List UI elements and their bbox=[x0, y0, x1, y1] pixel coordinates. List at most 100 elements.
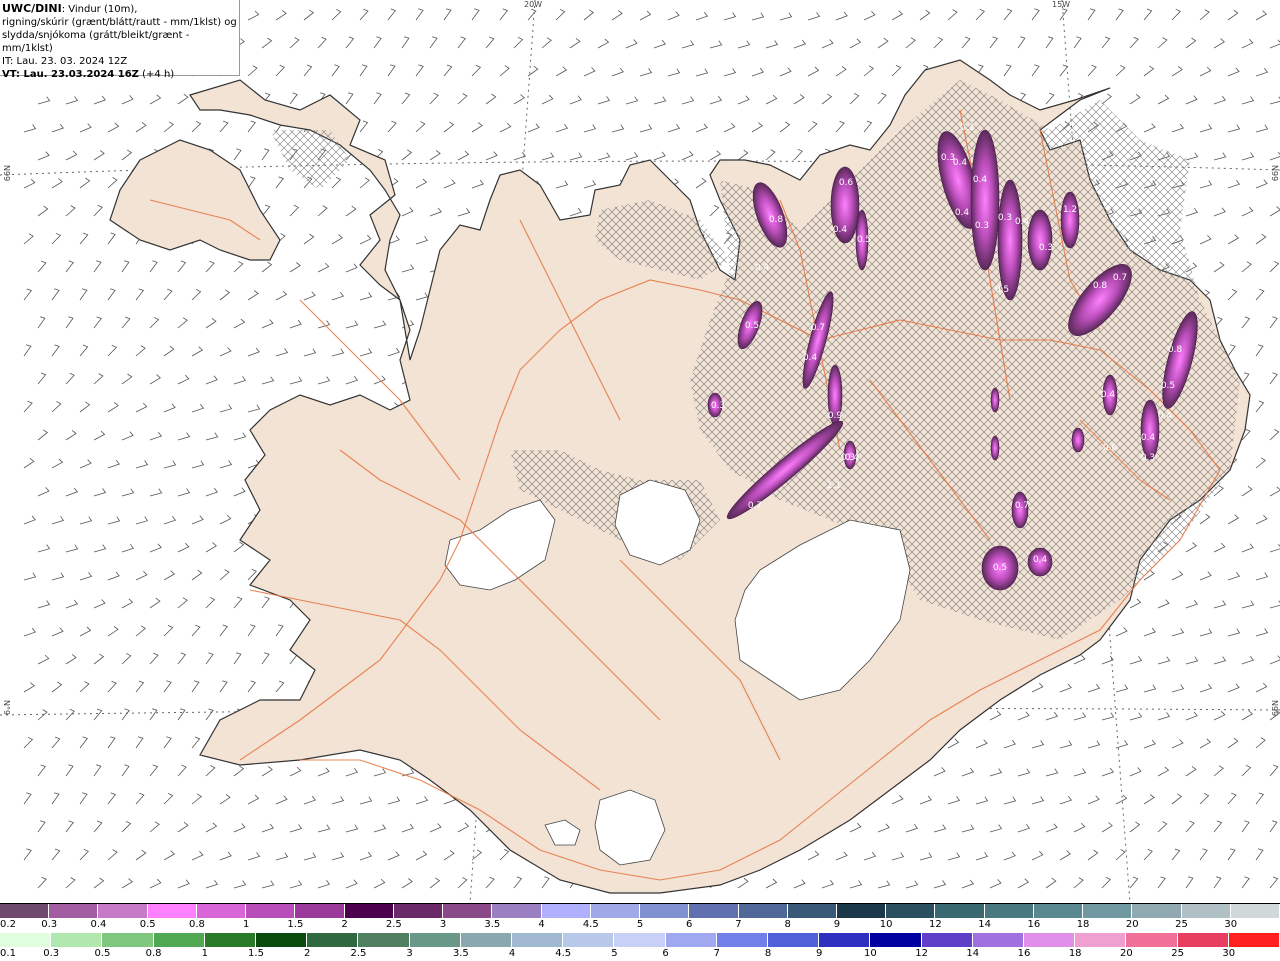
precip-value-label: 0.7 bbox=[811, 323, 825, 333]
precip-value-label: 0.4 bbox=[1101, 390, 1116, 400]
legend-label: 1.5 bbox=[287, 919, 304, 930]
legend-label: 8 bbox=[784, 919, 791, 930]
valid-offset: (+4 h) bbox=[138, 69, 175, 80]
precip-value-label: 0.7 bbox=[748, 501, 762, 511]
precip-value-label: 0.3 bbox=[960, 123, 974, 133]
init-time: IT: Lau. 23. 03. 2024 12Z bbox=[2, 56, 128, 67]
legend-label: 5 bbox=[636, 919, 644, 930]
legend-label: 0.1 bbox=[0, 948, 16, 959]
precip-value-label: 0.3 bbox=[1141, 453, 1155, 463]
legend-label: 9 bbox=[833, 919, 841, 930]
legend-label: 2.5 bbox=[385, 919, 402, 930]
legend-label: 20 bbox=[1125, 919, 1139, 930]
legend-label: 0.8 bbox=[145, 948, 162, 959]
precip-value-label: 0.3 bbox=[975, 221, 989, 231]
legend-swatch bbox=[51, 933, 103, 947]
legend-swatch bbox=[768, 933, 820, 947]
snow-legend-bar bbox=[0, 904, 1280, 918]
info-line3: slydda/snjókoma (grátt/bleikt/grænt - mm… bbox=[2, 30, 190, 54]
precip-value-label: 0.7 bbox=[1113, 273, 1127, 283]
lat-label-right-bottom: N99 bbox=[1270, 700, 1279, 717]
legend-swatch bbox=[935, 904, 985, 918]
legend-swatch bbox=[246, 904, 296, 918]
legend-label: 25 bbox=[1171, 948, 1184, 959]
precip-cell bbox=[970, 129, 1000, 271]
precip-value-label: 0.4 bbox=[955, 208, 970, 218]
legend-label: 0.4 bbox=[90, 919, 107, 930]
precip-value-label: 0.8 bbox=[1093, 281, 1108, 291]
precip-value-label: 0.4 bbox=[973, 175, 988, 185]
legend-label: 7 bbox=[713, 948, 720, 959]
map-canvas: 0.3 0.5 0.4 0.8 0.4 0.7 0.9 0.6 0.4 0.5 0.4 0.7 1.1 0… bbox=[0, 0, 1280, 904]
legend-swatch bbox=[870, 933, 922, 947]
legend-label: 4.5 bbox=[582, 919, 599, 930]
legend-label: 14 bbox=[978, 919, 991, 930]
legend-swatch bbox=[98, 904, 148, 918]
precip-cell bbox=[1071, 427, 1085, 453]
precip-value-label: 0.3 bbox=[998, 213, 1012, 223]
legend-label: 9 bbox=[816, 948, 823, 959]
legend-swatch bbox=[836, 904, 887, 918]
legend-swatch bbox=[49, 904, 99, 918]
legend-swatch bbox=[738, 904, 788, 918]
legend-label: 30 bbox=[1224, 919, 1238, 930]
legend-swatch bbox=[590, 904, 641, 918]
rain-legend-bar bbox=[0, 933, 1280, 947]
legend-swatch bbox=[307, 933, 359, 947]
precip-value-label: 0.6 bbox=[839, 178, 854, 188]
precip-value-label: 0.4 bbox=[803, 353, 818, 363]
lat-label-right-top: N99 bbox=[1270, 165, 1279, 182]
precip-value-label: 0.4 bbox=[1015, 217, 1030, 227]
legend-swatch bbox=[102, 933, 154, 947]
precip-value-label: 0.5 bbox=[745, 321, 759, 331]
precip-value-label: 0.5 bbox=[993, 563, 1007, 573]
legend-swatch bbox=[358, 933, 410, 947]
color-legend: 0.2 0.3 0.4 0.5 0.8 1 1.5 2 2.5 3 3.5 4 4.5 5 6 7 8 9 10 12… bbox=[0, 903, 1280, 961]
lat-label-left-top: N99 bbox=[2, 165, 11, 182]
legend-label: 25 bbox=[1175, 919, 1188, 930]
legend-swatch bbox=[921, 933, 973, 947]
legend-swatch bbox=[1033, 904, 1084, 918]
legend-label: 1 bbox=[242, 919, 250, 930]
forecast-info-box: UWC/DINI: Vindur (10m), rigning/skúrir (… bbox=[0, 0, 240, 80]
legend-label: 14 bbox=[966, 948, 980, 959]
legend-label: 2 bbox=[304, 948, 311, 959]
precip-value-label: 0.4 bbox=[833, 225, 848, 235]
legend-swatch bbox=[984, 904, 1034, 918]
legend-label: 1 bbox=[201, 948, 208, 959]
legend-swatch bbox=[492, 904, 542, 918]
legend-label: 2 bbox=[341, 919, 348, 930]
weather-map[interactable]: 0.3 0.5 0.4 0.8 0.4 0.7 0.9 0.6 0.4 0.5 0.4 0.7 1.1 0… bbox=[0, 0, 1280, 904]
legend-swatch bbox=[153, 933, 205, 947]
precip-cell bbox=[990, 435, 1000, 461]
legend-label: 18 bbox=[1076, 919, 1090, 930]
legend-label: 0.2 bbox=[0, 919, 16, 930]
legend-swatch bbox=[295, 904, 345, 918]
legend-swatch bbox=[1024, 933, 1076, 947]
legend-label: 0.3 bbox=[41, 919, 58, 930]
legend-label: 7 bbox=[735, 919, 742, 930]
legend-swatch bbox=[393, 904, 444, 918]
legend-swatch bbox=[1181, 904, 1231, 918]
legend-label: 10 bbox=[864, 948, 877, 959]
legend-swatch bbox=[147, 904, 197, 918]
legend-swatch bbox=[1177, 933, 1229, 947]
legend-swatch bbox=[689, 904, 739, 918]
legend-label: 0.5 bbox=[94, 948, 111, 959]
legend-swatch bbox=[1075, 933, 1127, 947]
legend-label: 3 bbox=[439, 919, 447, 930]
precip-cell bbox=[1060, 191, 1080, 249]
legend-label: 12 bbox=[915, 948, 928, 959]
precip-cell bbox=[1140, 399, 1160, 461]
precip-value-label: 0.3 bbox=[841, 453, 855, 463]
legend-swatch bbox=[344, 904, 394, 918]
legend-label: 30 bbox=[1222, 948, 1236, 959]
legend-label: 6 bbox=[662, 948, 669, 959]
legend-swatch bbox=[460, 933, 513, 947]
legend-label: 4 bbox=[508, 948, 516, 959]
legend-swatch bbox=[972, 933, 1025, 947]
precip-cell bbox=[997, 179, 1023, 301]
precip-value-label: 0.9 bbox=[828, 411, 843, 421]
legend-label: 0.3 bbox=[43, 948, 60, 959]
legend-label: 3.5 bbox=[452, 948, 469, 959]
